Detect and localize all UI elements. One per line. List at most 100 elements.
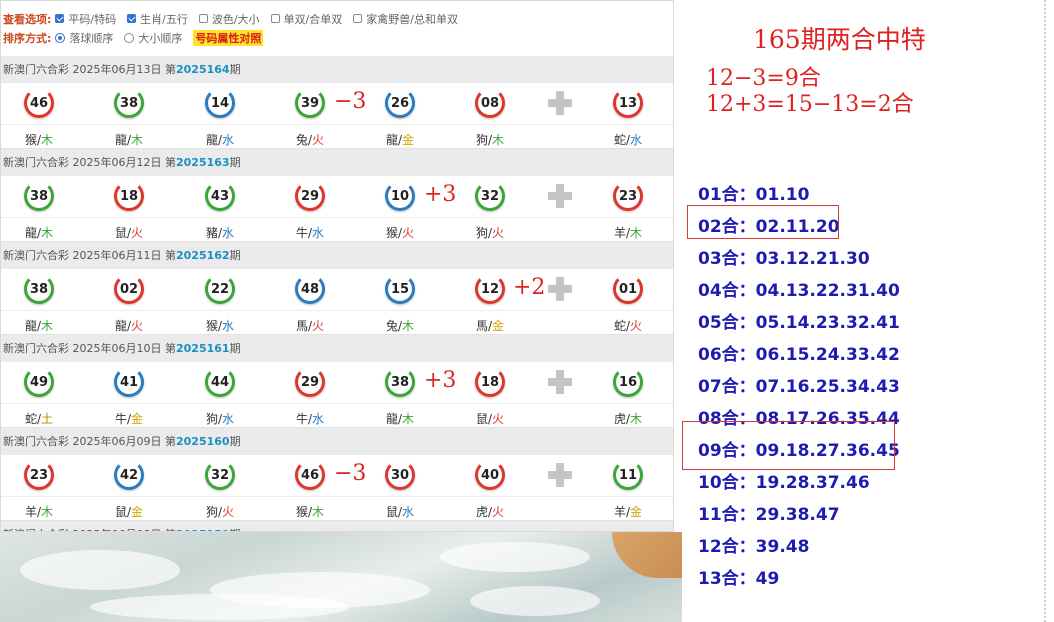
draw-issue: 2025163 bbox=[175, 156, 230, 169]
zodiac-label: 狗/水 bbox=[205, 412, 235, 426]
he-list-item: 10合：19.28.37.46 bbox=[698, 473, 870, 493]
zodiac-animal: 牛 bbox=[295, 412, 308, 426]
zodiac-element: 水 bbox=[402, 505, 415, 519]
view-option-2[interactable]: 波色/大小 bbox=[198, 11, 260, 27]
number-ball: 23 bbox=[613, 181, 643, 211]
zodiac-animal: 鼠 bbox=[475, 412, 488, 426]
view-option-checkbox[interactable] bbox=[55, 14, 65, 23]
view-option-3[interactable]: 单双/合单双 bbox=[270, 11, 342, 27]
zodiac-element: 水 bbox=[630, 133, 643, 147]
number-ball: 23 bbox=[24, 460, 54, 490]
zodiac-animal: 猴 bbox=[295, 505, 308, 519]
zodiac-label: 馬/金 bbox=[475, 319, 505, 333]
zodiac-animal: 馬 bbox=[295, 319, 308, 333]
zodiac-element: 火 bbox=[402, 226, 415, 240]
plus-icon bbox=[548, 370, 572, 394]
zodiac-element: 金 bbox=[131, 412, 144, 426]
he-list-item: 13合：49 bbox=[698, 569, 780, 589]
plus-icon bbox=[548, 277, 572, 301]
zodiac-element: 木 bbox=[41, 319, 54, 333]
zodiac-label: 狗/火 bbox=[205, 505, 235, 519]
view-option-checkbox[interactable] bbox=[270, 14, 280, 23]
zodiac-animal: 龍 bbox=[24, 226, 37, 240]
zodiac-element: 土 bbox=[41, 412, 54, 426]
sort-option-label: 落球顺序 bbox=[69, 31, 114, 45]
draw-block: 新澳门六合彩 2025年06月11日 第2025162期 38 02 22 48 15 12… bbox=[1, 242, 673, 335]
sort-option-1[interactable]: 大小顺序 bbox=[124, 30, 182, 46]
plus-icon bbox=[548, 91, 572, 115]
number-ball: 38 bbox=[114, 88, 144, 118]
he-list-item: 03合：03.12.21.30 bbox=[698, 249, 870, 269]
number-ball: 22 bbox=[205, 274, 235, 304]
zodiac-element: 火 bbox=[492, 505, 505, 519]
zodiac-animal: 蛇 bbox=[613, 133, 626, 147]
zodiac-element: 水 bbox=[312, 226, 325, 240]
zodiac-animal: 狗 bbox=[205, 412, 218, 426]
analysis-panel: 165期两合中特 12−3=9合 12+3=15−13=2合 01合：01.10… bbox=[682, 0, 1054, 622]
zodiac-animal: 龍 bbox=[114, 319, 127, 333]
plus-icon bbox=[548, 463, 572, 487]
zodiac-animal: 虎 bbox=[475, 505, 488, 519]
zodiac-row: 猴/木 龍/木 龍/水 兔/火 龍/金 狗/木 蛇/水 bbox=[1, 125, 673, 149]
zodiac-label: 鼠/水 bbox=[385, 505, 415, 519]
zodiac-label: 馬/火 bbox=[295, 319, 325, 333]
view-option-checkbox[interactable] bbox=[353, 14, 363, 23]
view-option-4[interactable]: 家禽野兽/总和单双 bbox=[353, 11, 458, 27]
zodiac-label: 蛇/水 bbox=[613, 133, 643, 147]
zodiac-element: 木 bbox=[630, 412, 643, 426]
zodiac-animal: 龍 bbox=[114, 133, 127, 147]
attribute-table-link[interactable]: 号码属性对照 bbox=[193, 29, 264, 46]
he-list-item: 04合：04.13.22.31.40 bbox=[698, 281, 900, 301]
ball-row: 38 18 43 29 10 32 23 +3 bbox=[1, 176, 673, 218]
zodiac-label: 鼠/火 bbox=[114, 226, 144, 240]
draw-block: 新澳门六合彩 2025年06月13日 第2025164期 46 38 14 39 26 08… bbox=[1, 56, 673, 149]
view-option-checkbox[interactable] bbox=[127, 14, 137, 23]
highlight-box-09 bbox=[682, 421, 895, 470]
zodiac-element: 火 bbox=[222, 505, 235, 519]
zodiac-element: 金 bbox=[630, 505, 643, 519]
zodiac-element: 火 bbox=[492, 412, 505, 426]
he-list-item: 06合：06.15.24.33.42 bbox=[698, 345, 900, 365]
he-list-item: 05合：05.14.23.32.41 bbox=[698, 313, 900, 333]
zodiac-element: 木 bbox=[492, 133, 505, 147]
ball-row: 46 38 14 39 26 08 13 −3 bbox=[1, 83, 673, 125]
zodiac-label: 龍/木 bbox=[24, 226, 54, 240]
sort-option-0[interactable]: 落球顺序 bbox=[55, 30, 113, 46]
number-ball: 38 bbox=[385, 367, 415, 397]
zodiac-animal: 兔 bbox=[295, 133, 308, 147]
view-option-checkbox[interactable] bbox=[198, 14, 208, 23]
view-option-0[interactable]: 平码/特码 bbox=[55, 11, 116, 27]
draw-block: 新澳门六合彩 2025年06月09日 第2025160期 23 42 32 46 30 40… bbox=[1, 428, 673, 521]
sort-option-radio[interactable] bbox=[55, 32, 66, 43]
zodiac-label: 鼠/火 bbox=[475, 412, 505, 426]
number-ball: 12 bbox=[475, 274, 505, 304]
sort-option-radio[interactable] bbox=[124, 32, 135, 43]
number-ball: 30 bbox=[385, 460, 415, 490]
zodiac-element: 木 bbox=[630, 226, 643, 240]
number-ball: 40 bbox=[475, 460, 505, 490]
draw-header: 新澳门六合彩 2025年06月12日 第2025163期 bbox=[1, 149, 673, 176]
zodiac-label: 虎/木 bbox=[613, 412, 643, 426]
sort-options-label: 排序方式: bbox=[3, 31, 52, 45]
zodiac-animal: 牛 bbox=[114, 412, 127, 426]
zodiac-animal: 羊 bbox=[613, 505, 626, 519]
view-options-label: 查看选项: bbox=[3, 12, 52, 26]
zodiac-animal: 羊 bbox=[613, 226, 626, 240]
draw-issue: 2025162 bbox=[175, 249, 230, 262]
draw-header: 新澳门六合彩 2025年06月09日 第2025160期 bbox=[1, 428, 673, 455]
draw-suffix: 期 bbox=[229, 63, 241, 76]
draw-issue: 2025160 bbox=[175, 435, 230, 448]
he-list-item: 12合：39.48 bbox=[698, 537, 810, 557]
zodiac-animal: 猴 bbox=[205, 319, 218, 333]
number-ball: 15 bbox=[385, 274, 415, 304]
background-photo bbox=[0, 532, 682, 622]
draw-prefix: 新澳门六合彩 2025年06月10日 第 bbox=[3, 342, 176, 355]
view-option-1[interactable]: 生肖/五行 bbox=[127, 11, 188, 27]
zodiac-element: 火 bbox=[630, 319, 643, 333]
draw-suffix: 期 bbox=[229, 342, 241, 355]
zodiac-row: 羊/木 鼠/金 狗/火 猴/木 鼠/水 虎/火 羊/金 bbox=[1, 497, 673, 521]
zodiac-label: 兔/木 bbox=[385, 319, 415, 333]
zodiac-element: 木 bbox=[41, 505, 54, 519]
draw-header: 新澳门六合彩 2025年06月08日 第2025159期 bbox=[1, 521, 673, 531]
zodiac-label: 羊/金 bbox=[613, 505, 643, 519]
